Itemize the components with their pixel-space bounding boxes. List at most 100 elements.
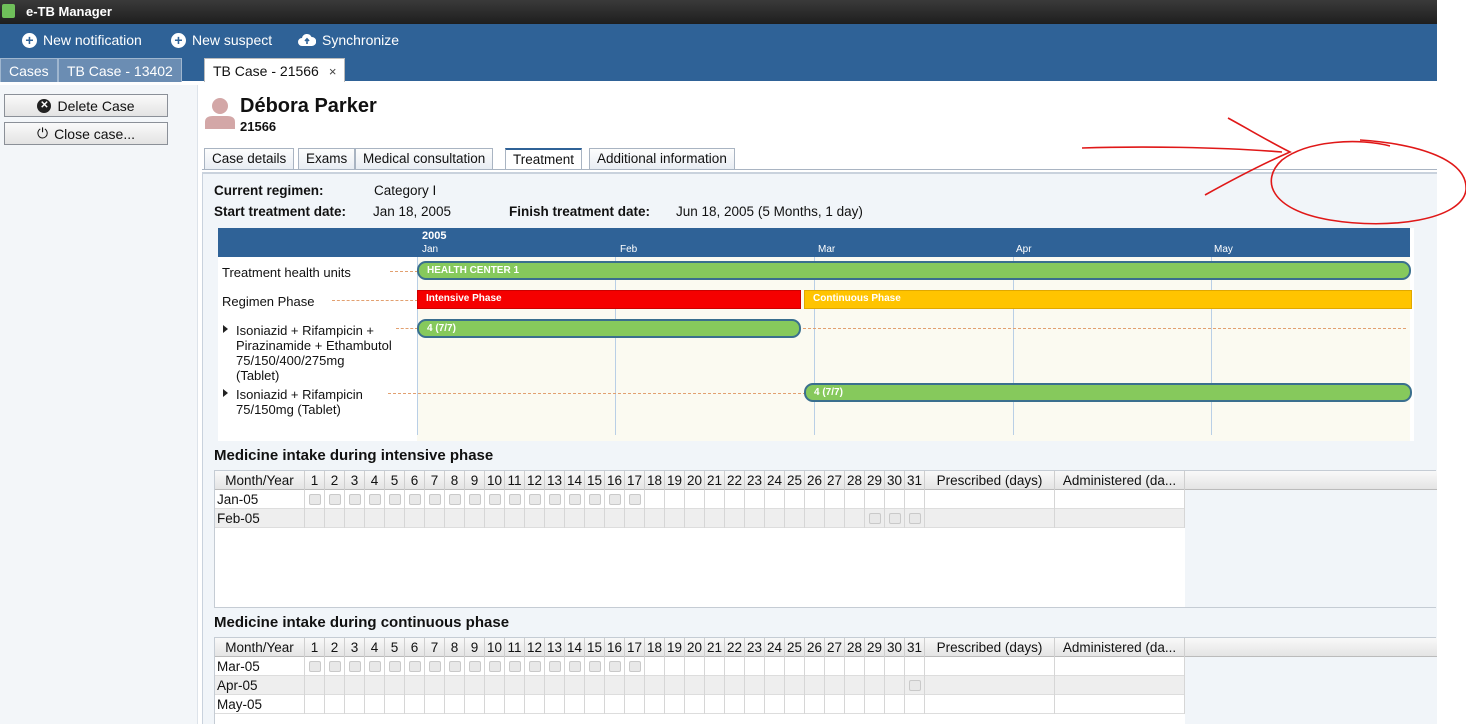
- day-cell[interactable]: [505, 695, 525, 714]
- day-header[interactable]: 8: [445, 638, 465, 657]
- day-header[interactable]: 18: [645, 638, 665, 657]
- dose-checkbox[interactable]: [469, 494, 481, 505]
- day-cell[interactable]: [605, 657, 625, 676]
- day-cell[interactable]: [865, 490, 885, 509]
- tab-exams[interactable]: Exams: [298, 148, 356, 170]
- dose-checkbox[interactable]: [509, 661, 521, 672]
- dose-checkbox[interactable]: [469, 661, 481, 672]
- day-cell[interactable]: [365, 657, 385, 676]
- day-cell[interactable]: [745, 657, 765, 676]
- day-cell[interactable]: [845, 509, 865, 528]
- day-cell[interactable]: [765, 695, 785, 714]
- expand-arrow-icon[interactable]: [223, 325, 228, 333]
- month-year-header[interactable]: Month/Year: [215, 638, 305, 657]
- expand-arrow-icon[interactable]: [223, 389, 228, 397]
- day-header[interactable]: 22: [725, 638, 745, 657]
- day-header[interactable]: 10: [485, 471, 505, 490]
- day-cell[interactable]: [425, 490, 445, 509]
- day-cell[interactable]: [405, 490, 425, 509]
- day-header[interactable]: 3: [345, 471, 365, 490]
- dose-checkbox[interactable]: [889, 513, 901, 524]
- day-header[interactable]: 2: [325, 638, 345, 657]
- day-header[interactable]: 16: [605, 638, 625, 657]
- day-cell[interactable]: [445, 676, 465, 695]
- continuous-phase-bar[interactable]: Continuous Phase: [804, 290, 1412, 309]
- dose-checkbox[interactable]: [409, 494, 421, 505]
- day-cell[interactable]: [605, 695, 625, 714]
- day-cell[interactable]: [725, 695, 745, 714]
- day-cell[interactable]: [725, 676, 745, 695]
- day-cell[interactable]: [845, 490, 865, 509]
- day-cell[interactable]: [605, 676, 625, 695]
- synchronize-button[interactable]: Synchronize: [298, 29, 399, 51]
- day-cell[interactable]: [365, 509, 385, 528]
- health-unit-bar[interactable]: HEALTH CENTER 1: [417, 261, 1411, 280]
- day-cell[interactable]: [905, 509, 925, 528]
- day-cell[interactable]: [465, 657, 485, 676]
- dose-checkbox[interactable]: [529, 494, 541, 505]
- day-header[interactable]: 23: [745, 471, 765, 490]
- dose-checkbox[interactable]: [449, 494, 461, 505]
- day-cell[interactable]: [305, 676, 325, 695]
- day-cell[interactable]: [505, 490, 525, 509]
- day-cell[interactable]: [625, 657, 645, 676]
- day-cell[interactable]: [885, 676, 905, 695]
- day-cell[interactable]: [485, 657, 505, 676]
- day-header[interactable]: 12: [525, 471, 545, 490]
- day-cell[interactable]: [785, 490, 805, 509]
- day-cell[interactable]: [785, 657, 805, 676]
- day-cell[interactable]: [865, 509, 885, 528]
- new-suspect-button[interactable]: + New suspect: [171, 29, 272, 51]
- day-header[interactable]: 5: [385, 471, 405, 490]
- day-header[interactable]: 15: [585, 638, 605, 657]
- day-cell[interactable]: [705, 657, 725, 676]
- day-header[interactable]: 21: [705, 638, 725, 657]
- day-cell[interactable]: [645, 676, 665, 695]
- day-cell[interactable]: [785, 509, 805, 528]
- prescribed-header[interactable]: Prescribed (days): [925, 471, 1055, 490]
- day-cell[interactable]: [725, 490, 745, 509]
- day-cell[interactable]: [665, 676, 685, 695]
- dose-checkbox[interactable]: [349, 494, 361, 505]
- day-cell[interactable]: [845, 657, 865, 676]
- day-cell[interactable]: [605, 490, 625, 509]
- day-cell[interactable]: [345, 490, 365, 509]
- day-cell[interactable]: [685, 676, 705, 695]
- day-header[interactable]: 14: [565, 471, 585, 490]
- day-cell[interactable]: [585, 676, 605, 695]
- day-cell[interactable]: [725, 509, 745, 528]
- dose-checkbox[interactable]: [389, 494, 401, 505]
- day-cell[interactable]: [905, 490, 925, 509]
- day-cell[interactable]: [865, 657, 885, 676]
- day-cell[interactable]: [345, 509, 365, 528]
- day-cell[interactable]: [385, 509, 405, 528]
- day-header[interactable]: 12: [525, 638, 545, 657]
- dose-checkbox[interactable]: [369, 494, 381, 505]
- day-header[interactable]: 18: [645, 471, 665, 490]
- day-cell[interactable]: [785, 676, 805, 695]
- day-cell[interactable]: [685, 509, 705, 528]
- tab-treatment[interactable]: Treatment: [505, 148, 583, 170]
- day-header[interactable]: 19: [665, 638, 685, 657]
- dose-checkbox[interactable]: [909, 513, 921, 524]
- day-header[interactable]: 28: [845, 638, 865, 657]
- day-header[interactable]: 13: [545, 638, 565, 657]
- day-header[interactable]: 30: [885, 471, 905, 490]
- day-cell[interactable]: [625, 490, 645, 509]
- day-cell[interactable]: [465, 676, 485, 695]
- day-cell[interactable]: [305, 509, 325, 528]
- administered-header[interactable]: Administered (da...: [1055, 638, 1185, 657]
- day-cell[interactable]: [665, 509, 685, 528]
- dose-checkbox[interactable]: [529, 661, 541, 672]
- day-cell[interactable]: [825, 509, 845, 528]
- day-cell[interactable]: [465, 509, 485, 528]
- day-cell[interactable]: [905, 695, 925, 714]
- day-cell[interactable]: [485, 490, 505, 509]
- prescribed-header[interactable]: Prescribed (days): [925, 638, 1055, 657]
- day-cell[interactable]: [565, 676, 585, 695]
- day-header[interactable]: 25: [785, 638, 805, 657]
- day-cell[interactable]: [345, 676, 365, 695]
- day-cell[interactable]: [545, 695, 565, 714]
- day-header[interactable]: 27: [825, 638, 845, 657]
- day-cell[interactable]: [385, 490, 405, 509]
